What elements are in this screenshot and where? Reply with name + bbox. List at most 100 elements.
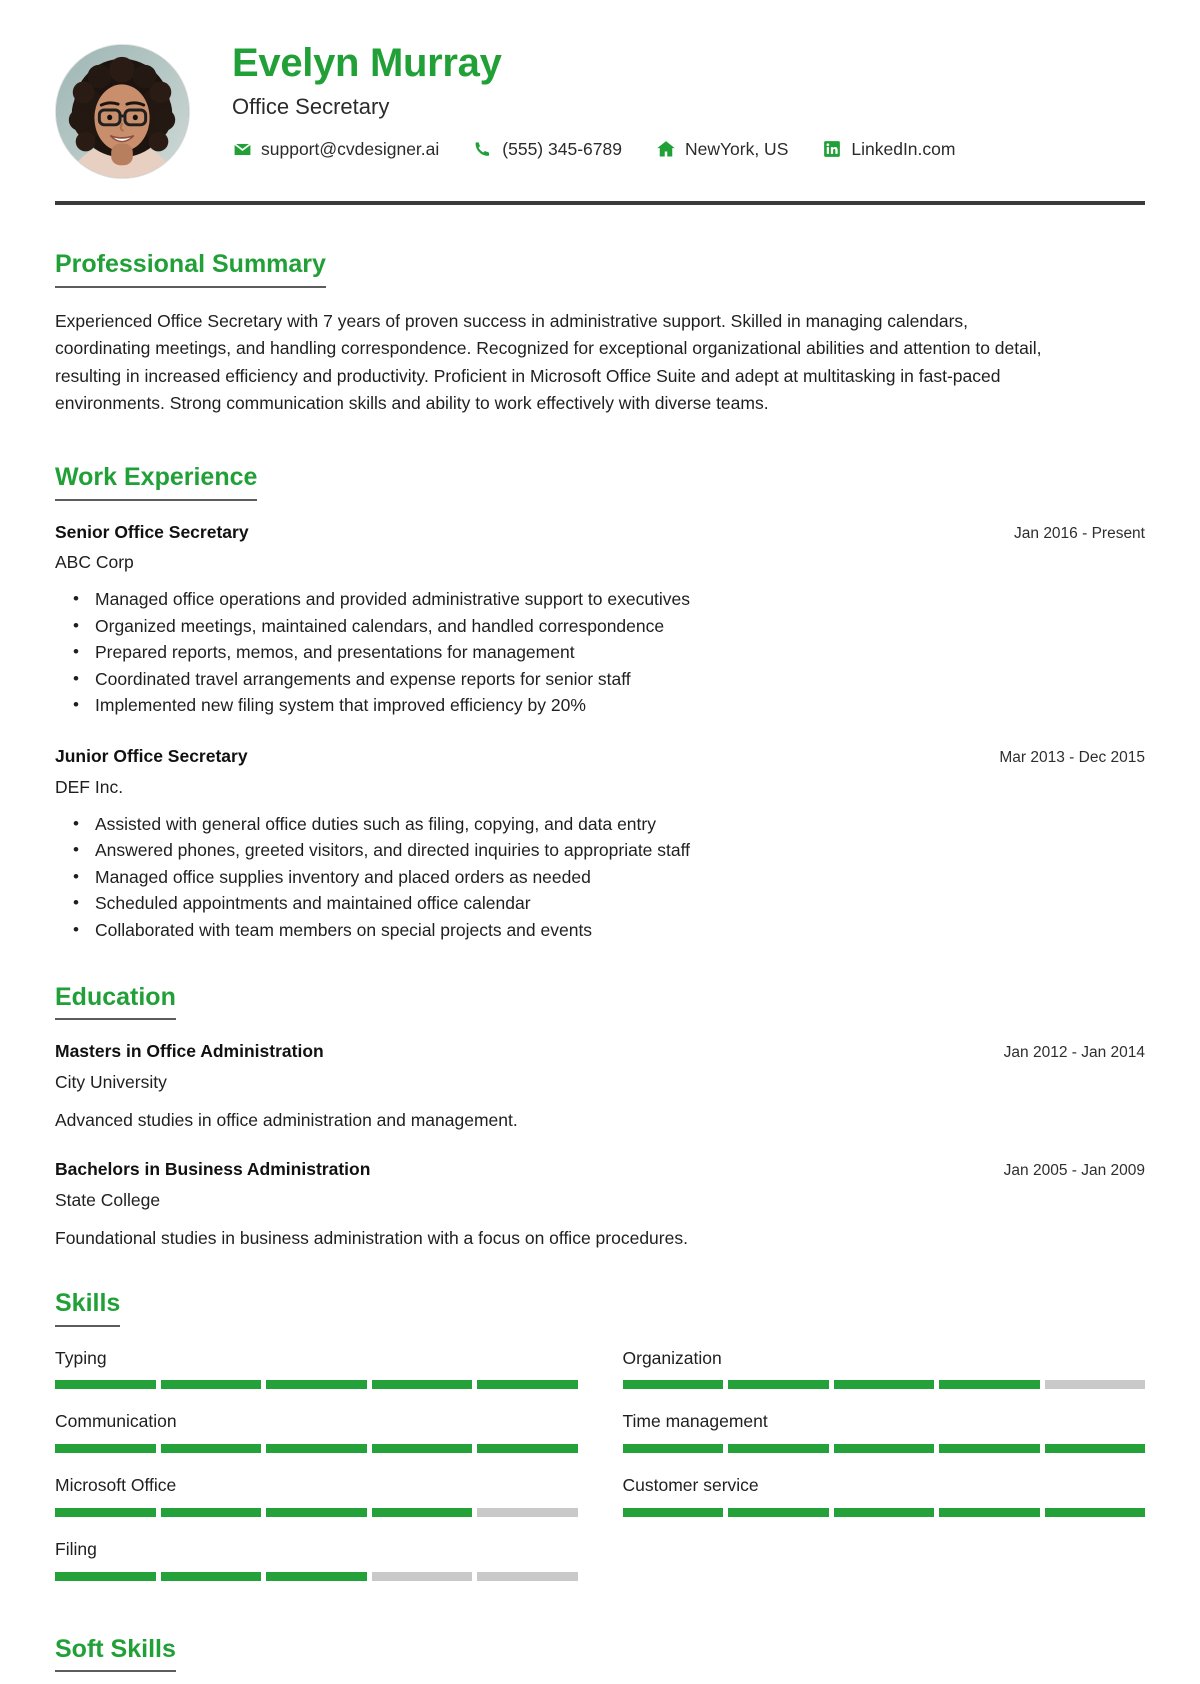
skill-bar-segment	[266, 1444, 367, 1453]
phone-icon	[473, 139, 493, 159]
home-icon	[656, 139, 676, 159]
summary-text: Experienced Office Secretary with 7 year…	[55, 310, 1042, 414]
work-role: Senior Office Secretary	[55, 521, 249, 542]
profile-photo-illustration	[56, 45, 189, 178]
skill-label: Filing	[55, 1538, 97, 1559]
skill-bar-segment	[477, 1380, 578, 1390]
skill-bar-segment	[728, 1444, 829, 1453]
skill-item: Typing	[55, 1347, 578, 1390]
contact-email-label: support@cvdesigner.ai	[261, 138, 440, 159]
section-skills: Skills Typing Organization Communication Ti…	[55, 1289, 1145, 1602]
skill-bar-segment	[833, 1507, 934, 1517]
work-bullet: Collaborated with team members on specia…	[73, 917, 1145, 944]
skill-item: Time management	[622, 1410, 1145, 1453]
skill-label: Communication	[55, 1411, 177, 1432]
skill-bar-segment	[55, 1380, 156, 1390]
skill-bar-segment	[477, 1571, 578, 1581]
work-entry-header: Junior Office Secretary Mar 2013 - Dec 2…	[55, 745, 1145, 768]
skill-bar-segment	[622, 1507, 723, 1517]
skill-bar-segment	[371, 1571, 472, 1581]
work-heading-underline	[55, 498, 258, 501]
skill-item: Organization	[622, 1347, 1145, 1390]
contact-email[interactable]: support@cvdesigner.ai	[232, 139, 439, 160]
work-bullet: Managed office supplies inventory and pl…	[73, 864, 1145, 891]
skill-item: Communication	[55, 1410, 578, 1453]
skill-item: Microsoft Office	[55, 1474, 578, 1517]
work-entry-header: Senior Office Secretary Jan 2016 - Prese…	[55, 521, 1145, 544]
education-school: City University	[55, 1071, 167, 1092]
avatar	[55, 44, 190, 179]
skill-bar-segment	[477, 1444, 578, 1453]
skill-bar-segment	[371, 1380, 472, 1390]
skill-bar-segment	[160, 1571, 261, 1581]
skill-level-bar	[622, 1444, 1145, 1453]
work-bullet: Assisted with general office duties such…	[73, 811, 1145, 838]
skill-level-bar	[622, 1380, 1145, 1390]
header-text-block: Evelyn Murray Office Secretary support@c…	[195, 38, 1145, 160]
education-description: Advanced studies in office administratio…	[55, 1109, 518, 1130]
resume-header: Evelyn Murray Office Secretary support@c…	[55, 38, 1145, 201]
skills-heading-underline	[55, 1324, 121, 1327]
work-bullet: Scheduled appointments and maintained of…	[73, 890, 1145, 917]
education-heading-wrap: Education	[55, 982, 176, 1020]
skills-grid: Typing Organization Communication Time mana…	[55, 1347, 1145, 1602]
skill-label: Typing	[55, 1347, 107, 1368]
skill-bar-segment	[160, 1507, 261, 1517]
skill-bar-segment	[266, 1571, 367, 1581]
skill-label: Time management	[622, 1411, 768, 1432]
education-date: Jan 2005 - Jan 2009	[1003, 1162, 1145, 1179]
contact-location[interactable]: NewYork, US	[656, 139, 788, 160]
section-work-experience: Work Experience Senior Office Secretary …	[55, 464, 1145, 943]
work-bullet: Coordinated travel arrangements and expe…	[73, 666, 1145, 693]
work-heading-wrap: Work Experience	[55, 463, 258, 501]
education-degree: Masters in Office Administration	[55, 1041, 324, 1061]
skill-bar-segment	[371, 1507, 472, 1517]
skill-bar-segment	[833, 1444, 934, 1453]
education-degree: Bachelors in Business Administration	[55, 1159, 371, 1179]
education-school: State College	[55, 1189, 161, 1210]
skill-bar-segment	[833, 1380, 934, 1390]
work-entry: Senior Office Secretary Jan 2016 - Prese…	[55, 521, 1145, 719]
skill-bar-segment	[266, 1380, 367, 1390]
skill-label: Customer service	[622, 1475, 759, 1495]
work-bullet-list: Assisted with general office duties such…	[55, 811, 1145, 944]
skill-bar-segment	[1044, 1507, 1145, 1517]
work-company: ABC Corp	[55, 552, 134, 573]
work-bullet: Implemented new filing system that impro…	[73, 692, 1145, 719]
soft-skills-heading-wrap: Soft Skills	[55, 1635, 176, 1672]
skill-bar-segment	[622, 1380, 723, 1390]
skill-bar-segment	[266, 1507, 367, 1517]
skill-bar-segment	[371, 1444, 472, 1453]
work-date: Jan 2016 - Present	[1014, 524, 1145, 542]
skill-item: Filing	[55, 1538, 578, 1581]
work-bullet: Organized meetings, maintained calendars…	[73, 613, 1145, 640]
skill-bar-segment	[939, 1507, 1040, 1517]
summary-heading-wrap: Professional Summary	[55, 250, 326, 288]
skill-bar-segment	[55, 1571, 156, 1581]
education-heading: Education	[55, 982, 176, 1011]
education-entry-header: Masters in Office Administration Jan 201…	[55, 1040, 1145, 1063]
skill-bar-segment	[1044, 1444, 1145, 1453]
work-date: Mar 2013 - Dec 2015	[999, 749, 1145, 767]
linkedin-icon	[822, 139, 842, 159]
work-heading: Work Experience	[55, 463, 258, 492]
education-entry: Bachelors in Business Administration Jan…	[55, 1158, 1145, 1250]
skills-heading: Skills	[55, 1289, 121, 1317]
contact-linkedin[interactable]: LinkedIn.com	[822, 139, 955, 160]
job-title: Office Secretary	[232, 94, 390, 120]
section-soft-skills: Soft Skills	[55, 1635, 1145, 1684]
skill-bar-segment	[728, 1507, 829, 1517]
education-description: Foundational studies in business adminis…	[55, 1227, 688, 1248]
work-company: DEF Inc.	[55, 776, 124, 797]
contact-location-label: NewYork, US	[684, 138, 789, 159]
section-education: Education Masters in Office Administrati…	[55, 982, 1145, 1251]
education-heading-underline	[55, 1018, 176, 1020]
summary-heading: Professional Summary	[55, 250, 326, 278]
avatar-container	[55, 38, 195, 179]
education-entry: Masters in Office Administration Jan 201…	[55, 1040, 1145, 1132]
resume-page: Evelyn Murray Office Secretary support@c…	[0, 0, 1200, 1684]
skill-bar-segment	[939, 1380, 1040, 1390]
contact-linkedin-label: LinkedIn.com	[851, 138, 956, 159]
contact-phone[interactable]: (555) 345-6789	[473, 139, 622, 160]
summary-heading-underline	[55, 285, 326, 288]
